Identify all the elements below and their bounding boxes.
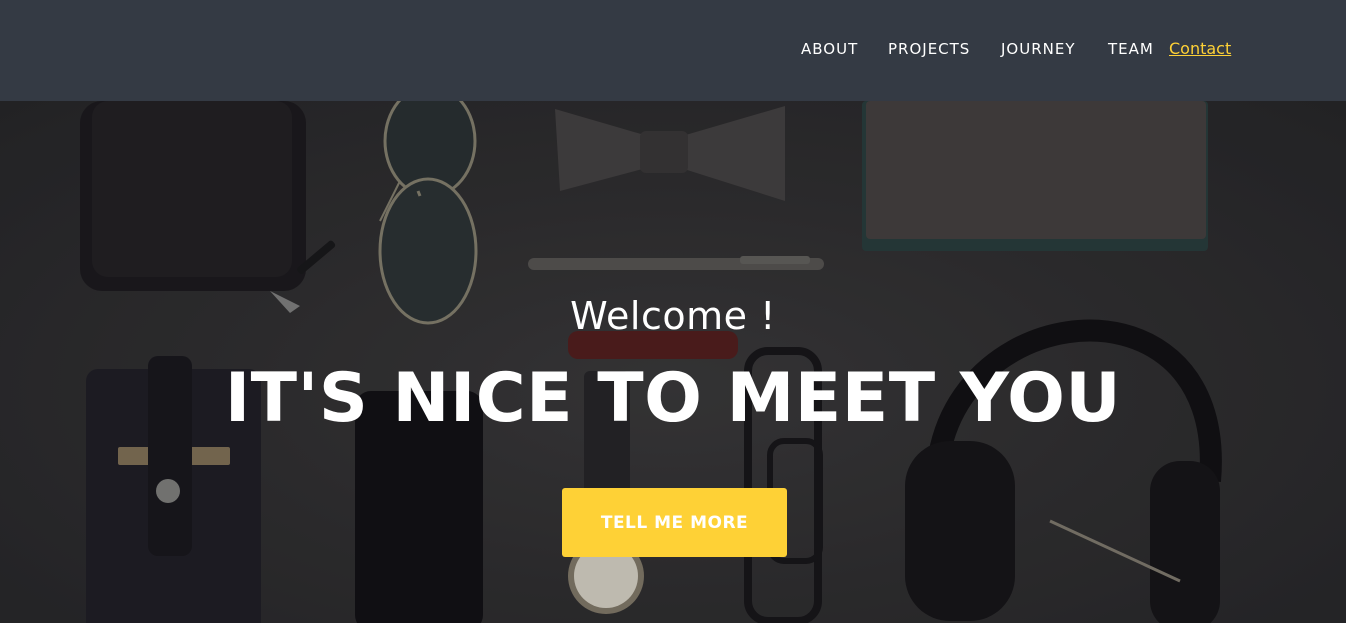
nav-link-team[interactable]: TEAM	[1108, 40, 1154, 58]
tell-me-more-button[interactable]: TELL ME MORE	[562, 488, 787, 557]
navbar: ABOUT PROJECTS JOURNEY TEAM Contact	[0, 0, 1346, 101]
nav-link-projects[interactable]: PROJECTS	[888, 40, 970, 58]
nav-link-contact[interactable]: Contact	[1169, 39, 1231, 58]
nav-link-about[interactable]: ABOUT	[801, 40, 858, 58]
hero-subheading: Welcome !	[570, 294, 776, 338]
hero-section: Welcome ! IT'S NICE TO MEET YOU TELL ME …	[0, 101, 1346, 623]
nav-link-journey[interactable]: JOURNEY	[1001, 40, 1076, 58]
hero-heading: IT'S NICE TO MEET YOU	[224, 359, 1122, 438]
